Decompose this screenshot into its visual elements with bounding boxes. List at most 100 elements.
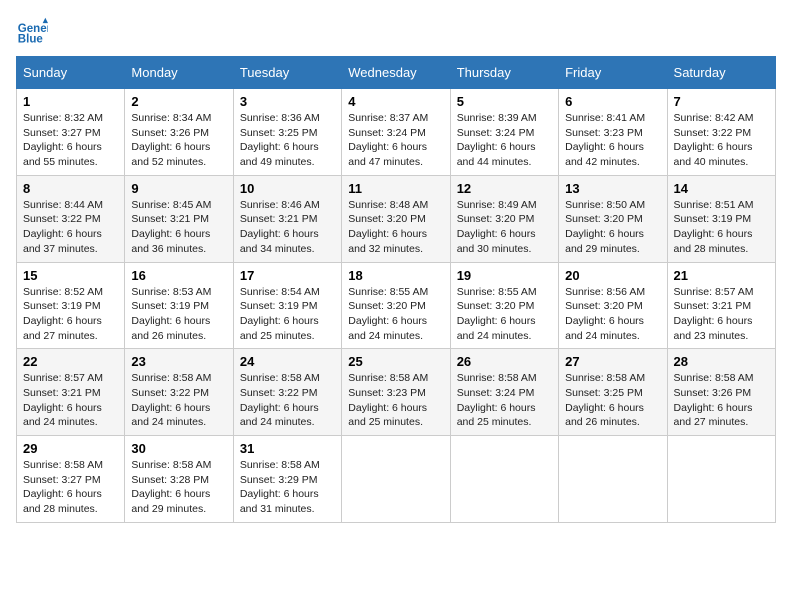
cell-details: Sunrise: 8:56 AMSunset: 3:20 PMDaylight:… <box>565 285 660 344</box>
day-number: 3 <box>240 94 335 109</box>
day-number: 23 <box>131 354 226 369</box>
calendar-cell: 22 Sunrise: 8:57 AMSunset: 3:21 PMDayligh… <box>17 349 125 436</box>
day-number: 27 <box>565 354 660 369</box>
calendar-cell: 20 Sunrise: 8:56 AMSunset: 3:20 PMDayligh… <box>559 262 667 349</box>
col-header-saturday: Saturday <box>667 57 775 89</box>
calendar-cell: 14 Sunrise: 8:51 AMSunset: 3:19 PMDayligh… <box>667 175 775 262</box>
calendar-cell <box>559 436 667 523</box>
day-number: 1 <box>23 94 118 109</box>
cell-details: Sunrise: 8:58 AMSunset: 3:22 PMDaylight:… <box>131 371 226 430</box>
day-number: 2 <box>131 94 226 109</box>
cell-details: Sunrise: 8:45 AMSunset: 3:21 PMDaylight:… <box>131 198 226 257</box>
cell-details: Sunrise: 8:48 AMSunset: 3:20 PMDaylight:… <box>348 198 443 257</box>
cell-details: Sunrise: 8:57 AMSunset: 3:21 PMDaylight:… <box>23 371 118 430</box>
logo-icon: General Blue <box>16 16 48 48</box>
day-number: 30 <box>131 441 226 456</box>
day-number: 20 <box>565 268 660 283</box>
calendar-week-row: 22 Sunrise: 8:57 AMSunset: 3:21 PMDayligh… <box>17 349 776 436</box>
calendar-table: SundayMondayTuesdayWednesdayThursdayFrid… <box>16 56 776 523</box>
calendar-cell: 9 Sunrise: 8:45 AMSunset: 3:21 PMDaylight… <box>125 175 233 262</box>
cell-details: Sunrise: 8:49 AMSunset: 3:20 PMDaylight:… <box>457 198 552 257</box>
day-number: 9 <box>131 181 226 196</box>
cell-details: Sunrise: 8:58 AMSunset: 3:28 PMDaylight:… <box>131 458 226 517</box>
svg-text:Blue: Blue <box>18 34 44 46</box>
cell-details: Sunrise: 8:55 AMSunset: 3:20 PMDaylight:… <box>348 285 443 344</box>
calendar-cell: 25 Sunrise: 8:58 AMSunset: 3:23 PMDayligh… <box>342 349 450 436</box>
cell-details: Sunrise: 8:58 AMSunset: 3:22 PMDaylight:… <box>240 371 335 430</box>
logo: General Blue <box>16 16 52 48</box>
calendar-cell: 13Sunrise: 8:50 AMSunset: 3:20 PMDayligh… <box>559 175 667 262</box>
calendar-cell <box>342 436 450 523</box>
day-number: 5 <box>457 94 552 109</box>
calendar-cell: 16 Sunrise: 8:53 AMSunset: 3:19 PMDayligh… <box>125 262 233 349</box>
col-header-wednesday: Wednesday <box>342 57 450 89</box>
calendar-cell: 18 Sunrise: 8:55 AMSunset: 3:20 PMDayligh… <box>342 262 450 349</box>
calendar-week-row: 1 Sunrise: 8:32 AMSunset: 3:27 PMDaylight… <box>17 89 776 176</box>
calendar-cell: 29Sunrise: 8:58 AMSunset: 3:27 PMDayligh… <box>17 436 125 523</box>
calendar-cell: 28Sunrise: 8:58 AMSunset: 3:26 PMDayligh… <box>667 349 775 436</box>
day-number: 28 <box>674 354 769 369</box>
calendar-cell: 27Sunrise: 8:58 AMSunset: 3:25 PMDayligh… <box>559 349 667 436</box>
calendar-cell: 6 Sunrise: 8:41 AMSunset: 3:23 PMDaylight… <box>559 89 667 176</box>
cell-details: Sunrise: 8:51 AMSunset: 3:19 PMDaylight:… <box>674 198 769 257</box>
calendar-week-row: 15Sunrise: 8:52 AMSunset: 3:19 PMDayligh… <box>17 262 776 349</box>
calendar-week-row: 8Sunrise: 8:44 AMSunset: 3:22 PMDaylight… <box>17 175 776 262</box>
cell-details: Sunrise: 8:58 AMSunset: 3:23 PMDaylight:… <box>348 371 443 430</box>
cell-details: Sunrise: 8:54 AMSunset: 3:19 PMDaylight:… <box>240 285 335 344</box>
calendar-cell: 30 Sunrise: 8:58 AMSunset: 3:28 PMDayligh… <box>125 436 233 523</box>
cell-details: Sunrise: 8:42 AMSunset: 3:22 PMDaylight:… <box>674 111 769 170</box>
calendar-cell: 12 Sunrise: 8:49 AMSunset: 3:20 PMDayligh… <box>450 175 558 262</box>
day-number: 24 <box>240 354 335 369</box>
day-number: 25 <box>348 354 443 369</box>
col-header-thursday: Thursday <box>450 57 558 89</box>
cell-details: Sunrise: 8:52 AMSunset: 3:19 PMDaylight:… <box>23 285 118 344</box>
calendar-cell: 2Sunrise: 8:34 AMSunset: 3:26 PMDaylight… <box>125 89 233 176</box>
cell-details: Sunrise: 8:50 AMSunset: 3:20 PMDaylight:… <box>565 198 660 257</box>
day-number: 14 <box>674 181 769 196</box>
day-number: 17 <box>240 268 335 283</box>
calendar-cell: 21Sunrise: 8:57 AMSunset: 3:21 PMDayligh… <box>667 262 775 349</box>
calendar-cell: 11Sunrise: 8:48 AMSunset: 3:20 PMDayligh… <box>342 175 450 262</box>
cell-details: Sunrise: 8:32 AMSunset: 3:27 PMDaylight:… <box>23 111 118 170</box>
calendar-cell: 3 Sunrise: 8:36 AMSunset: 3:25 PMDaylight… <box>233 89 341 176</box>
calendar-cell: 10 Sunrise: 8:46 AMSunset: 3:21 PMDayligh… <box>233 175 341 262</box>
day-number: 26 <box>457 354 552 369</box>
cell-details: Sunrise: 8:58 AMSunset: 3:29 PMDaylight:… <box>240 458 335 517</box>
calendar-cell: 26 Sunrise: 8:58 AMSunset: 3:24 PMDayligh… <box>450 349 558 436</box>
calendar-cell: 24 Sunrise: 8:58 AMSunset: 3:22 PMDayligh… <box>233 349 341 436</box>
day-number: 18 <box>348 268 443 283</box>
day-number: 19 <box>457 268 552 283</box>
col-header-monday: Monday <box>125 57 233 89</box>
calendar-header-row: SundayMondayTuesdayWednesdayThursdayFrid… <box>17 57 776 89</box>
calendar-cell: 1 Sunrise: 8:32 AMSunset: 3:27 PMDaylight… <box>17 89 125 176</box>
cell-details: Sunrise: 8:58 AMSunset: 3:24 PMDaylight:… <box>457 371 552 430</box>
calendar-cell: 31 Sunrise: 8:58 AMSunset: 3:29 PMDayligh… <box>233 436 341 523</box>
cell-details: Sunrise: 8:46 AMSunset: 3:21 PMDaylight:… <box>240 198 335 257</box>
calendar-cell: 23 Sunrise: 8:58 AMSunset: 3:22 PMDayligh… <box>125 349 233 436</box>
cell-details: Sunrise: 8:57 AMSunset: 3:21 PMDaylight:… <box>674 285 769 344</box>
calendar-cell: 5 Sunrise: 8:39 AMSunset: 3:24 PMDaylight… <box>450 89 558 176</box>
day-number: 10 <box>240 181 335 196</box>
cell-details: Sunrise: 8:37 AMSunset: 3:24 PMDaylight:… <box>348 111 443 170</box>
calendar-cell: 19 Sunrise: 8:55 AMSunset: 3:20 PMDayligh… <box>450 262 558 349</box>
cell-details: Sunrise: 8:55 AMSunset: 3:20 PMDaylight:… <box>457 285 552 344</box>
calendar-cell <box>450 436 558 523</box>
cell-details: Sunrise: 8:41 AMSunset: 3:23 PMDaylight:… <box>565 111 660 170</box>
cell-details: Sunrise: 8:36 AMSunset: 3:25 PMDaylight:… <box>240 111 335 170</box>
day-number: 16 <box>131 268 226 283</box>
calendar-cell: 17 Sunrise: 8:54 AMSunset: 3:19 PMDayligh… <box>233 262 341 349</box>
calendar-cell: 4Sunrise: 8:37 AMSunset: 3:24 PMDaylight… <box>342 89 450 176</box>
day-number: 6 <box>565 94 660 109</box>
day-number: 7 <box>674 94 769 109</box>
calendar-week-row: 29Sunrise: 8:58 AMSunset: 3:27 PMDayligh… <box>17 436 776 523</box>
day-number: 22 <box>23 354 118 369</box>
cell-details: Sunrise: 8:39 AMSunset: 3:24 PMDaylight:… <box>457 111 552 170</box>
day-number: 8 <box>23 181 118 196</box>
calendar-cell <box>667 436 775 523</box>
cell-details: Sunrise: 8:58 AMSunset: 3:27 PMDaylight:… <box>23 458 118 517</box>
calendar-cell: 8Sunrise: 8:44 AMSunset: 3:22 PMDaylight… <box>17 175 125 262</box>
header: General Blue <box>16 16 776 48</box>
cell-details: Sunrise: 8:53 AMSunset: 3:19 PMDaylight:… <box>131 285 226 344</box>
day-number: 12 <box>457 181 552 196</box>
day-number: 31 <box>240 441 335 456</box>
